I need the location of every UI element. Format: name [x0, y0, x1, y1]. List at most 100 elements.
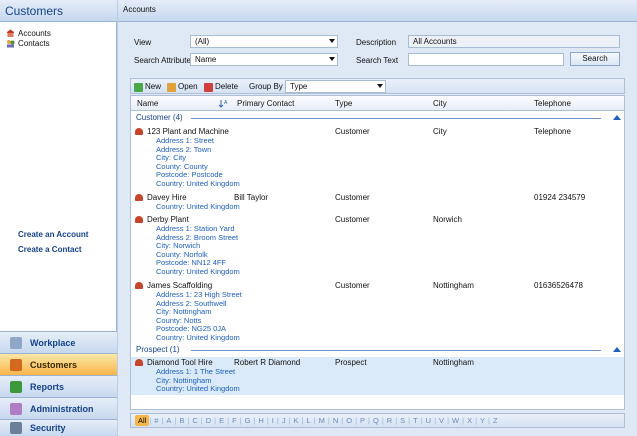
alphabet-filter-s[interactable]: S [397, 416, 408, 425]
group-label: Customer (4) [136, 113, 183, 122]
address-line: Country: United Kingdom [156, 178, 240, 188]
chevron-down-icon [377, 84, 383, 88]
alphabet-filter-hash[interactable]: # [151, 416, 161, 425]
nav-label: Administration [30, 403, 94, 414]
nav-label: Reports [30, 381, 65, 392]
cell-type: Customer [335, 281, 370, 290]
search-button[interactable]: Search [570, 52, 620, 66]
nav-administration[interactable]: Administration [0, 397, 117, 419]
table-row[interactable]: Davey Hire Bill Taylor Customer 01924 23… [131, 192, 624, 213]
column-header-telephone[interactable]: Telephone [534, 98, 571, 109]
nav-reports[interactable]: Reports [0, 375, 117, 397]
address-block: Address 1: Street Address 2: Town City: … [156, 136, 240, 189]
address-line: Country: United Kingdom [156, 266, 240, 276]
address-line: Country: United Kingdom [156, 332, 240, 342]
address-line: Country: United Kingdom [156, 202, 240, 211]
group-by-select[interactable]: Type [285, 80, 386, 93]
group-row-customer[interactable]: Customer (4) [131, 112, 624, 124]
alphabet-filter-x[interactable]: X [464, 416, 475, 425]
nav-label: Workplace [30, 337, 76, 348]
page-title: Accounts [118, 0, 637, 22]
contacts-icon [6, 39, 15, 48]
toolbar: New Open Delete Group By Type [130, 78, 625, 94]
cell-type: Customer [335, 193, 370, 202]
new-button[interactable]: New [134, 81, 161, 93]
alphabet-filter-j[interactable]: J [279, 416, 289, 425]
description-label: Description [356, 38, 397, 47]
alphabet-filter-z[interactable]: Z [490, 416, 501, 425]
group-by-label: Group By [249, 82, 283, 91]
search-text-input[interactable] [408, 53, 564, 66]
description-field[interactable]: All Accounts [408, 35, 620, 48]
nav-customers[interactable]: Customers [0, 353, 117, 375]
account-icon [135, 282, 143, 289]
alphabet-filter-w[interactable]: W [449, 416, 462, 425]
account-icon [135, 128, 143, 135]
collapse-icon[interactable] [613, 347, 621, 352]
address-block: Address 1: Station Yard Address 2: Broom… [156, 224, 240, 277]
collapse-icon[interactable] [613, 115, 621, 120]
account-icon [135, 216, 143, 223]
alphabet-filter-all[interactable]: All [135, 415, 150, 426]
alphabet-filter-a[interactable]: A [163, 416, 174, 425]
column-header-primary-contact[interactable]: Primary Contact [237, 98, 294, 109]
alphabet-filter-o[interactable]: O [343, 416, 355, 425]
alphabet-filter-r[interactable]: R [384, 416, 395, 425]
administration-icon [10, 402, 22, 415]
alphabet-filter-e[interactable]: E [216, 416, 227, 425]
group-by-value: Type [290, 82, 308, 91]
tree-item-contacts[interactable]: Contacts [6, 38, 50, 49]
address-block: Address 1: 23 High Street Address 2: Sou… [156, 290, 242, 343]
delete-button[interactable]: Delete [204, 81, 238, 93]
account-icon [135, 194, 143, 201]
create-contact-link[interactable]: Create a Contact [18, 245, 82, 254]
view-label: View [134, 38, 152, 47]
table-row[interactable]: Derby Plant Customer Norwich Address 1: … [131, 214, 624, 278]
alphabet-filter-t[interactable]: T [410, 416, 421, 425]
column-header-name[interactable]: Name [137, 98, 158, 109]
delete-icon [204, 82, 213, 92]
view-select[interactable]: (All) [190, 35, 338, 48]
search-text-label: Search Text [356, 56, 399, 65]
column-header-city[interactable]: City [433, 98, 447, 109]
alphabet-filter-f[interactable]: F [229, 416, 240, 425]
create-account-link[interactable]: Create an Account [18, 230, 88, 239]
alphabet-filter-i[interactable]: I [269, 416, 277, 425]
open-button[interactable]: Open [167, 81, 198, 93]
alphabet-filter-c[interactable]: C [189, 416, 200, 425]
table-row[interactable]: 123 Plant and Machine Customer City Tele… [131, 126, 624, 190]
cell-type: Customer [335, 127, 370, 136]
alphabet-filter-n[interactable]: N [330, 416, 341, 425]
reports-icon [10, 380, 22, 393]
alphabet-filter-d[interactable]: D [203, 416, 214, 425]
alphabet-filter-y[interactable]: Y [477, 416, 488, 425]
group-row-prospect[interactable]: Prospect (1) [131, 344, 624, 356]
cell-telephone: 01924 234579 [534, 193, 586, 202]
alphabet-filter-b[interactable]: B [176, 416, 187, 425]
alphabet-filter-l[interactable]: L [304, 416, 314, 425]
workplace-icon [10, 336, 22, 349]
main-panel: Accounts View (All) Description All Acco… [118, 0, 637, 436]
nav-workplace[interactable]: Workplace [0, 331, 117, 353]
search-attribute-select[interactable]: Name [190, 53, 338, 66]
sort-icon[interactable]: A [218, 99, 228, 110]
alphabet-filter-m[interactable]: M [316, 416, 328, 425]
svg-text:A: A [224, 100, 228, 106]
alphabet-filter-k[interactable]: K [291, 416, 302, 425]
nav-security[interactable]: Security [0, 419, 117, 436]
alphabet-filter-g[interactable]: G [242, 416, 254, 425]
cell-type: Prospect [335, 358, 367, 367]
cell-city: Norwich [433, 215, 462, 224]
alphabet-filter-p[interactable]: P [357, 416, 368, 425]
alphabet-filter-u[interactable]: U [423, 416, 434, 425]
new-label: New [145, 82, 162, 91]
new-icon [134, 82, 143, 92]
table-row-selected[interactable]: Diamond Tool Hire Robert R Diamond Prosp… [131, 357, 624, 395]
alphabet-filter-q[interactable]: Q [370, 416, 382, 425]
column-header-type[interactable]: Type [335, 98, 352, 109]
group-label: Prospect (1) [136, 345, 180, 354]
table-row[interactable]: James Scaffolding Customer Nottingham 01… [131, 280, 624, 344]
alphabet-filter-h[interactable]: H [255, 416, 266, 425]
alphabet-filter-v[interactable]: V [436, 416, 447, 425]
accounts-grid: Name A Primary Contact Type City Telepho… [130, 95, 625, 410]
